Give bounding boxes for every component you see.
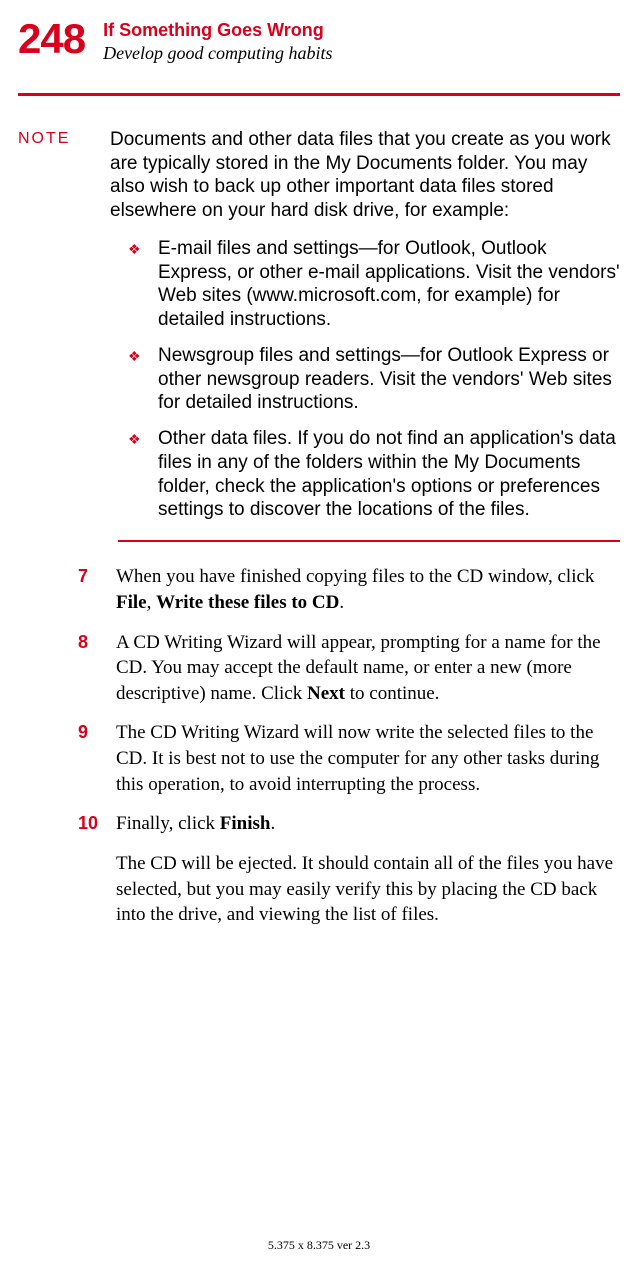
page-header: 248 If Something Goes Wrong Develop good… bbox=[18, 18, 620, 65]
step-bold: File bbox=[116, 592, 147, 613]
page-number: 248 bbox=[18, 18, 85, 60]
diamond-bullet-icon: ❖ bbox=[110, 427, 158, 449]
step-text-part: When you have finished copying files to … bbox=[116, 566, 594, 587]
step-text-part: Finally, click bbox=[116, 813, 220, 834]
note-intro: Documents and other data files that you … bbox=[110, 128, 620, 223]
step-number: 7 bbox=[78, 564, 116, 615]
step-9: 9 The CD Writing Wizard will now write t… bbox=[78, 720, 620, 797]
step-text: A CD Writing Wizard will appear, prompti… bbox=[116, 630, 620, 707]
note-item: ❖ Newsgroup files and settings—for Outlo… bbox=[110, 344, 620, 415]
step-text: The CD Writing Wizard will now write the… bbox=[116, 720, 620, 797]
note-item-text: Other data files. If you do not find an … bbox=[158, 427, 620, 522]
step-bold: Next bbox=[307, 683, 345, 704]
diamond-bullet-icon: ❖ bbox=[110, 237, 158, 259]
step-text: Finally, click Finish. bbox=[116, 811, 620, 837]
note-list: ❖ E-mail files and settings—for Outlook,… bbox=[110, 237, 620, 522]
note-block: NOTE Documents and other data files that… bbox=[18, 128, 620, 534]
header-text: If Something Goes Wrong Develop good com… bbox=[103, 18, 332, 65]
note-body: Documents and other data files that you … bbox=[110, 128, 620, 534]
diamond-bullet-icon: ❖ bbox=[110, 344, 158, 366]
step-number: 8 bbox=[78, 630, 116, 707]
step-text-part: . bbox=[270, 813, 275, 834]
page-container: 248 If Something Goes Wrong Develop good… bbox=[0, 0, 638, 928]
page-footer: 5.375 x 8.375 ver 2.3 bbox=[0, 1238, 638, 1253]
steps-list: 7 When you have finished copying files t… bbox=[78, 564, 620, 837]
step-8: 8 A CD Writing Wizard will appear, promp… bbox=[78, 630, 620, 707]
note-item-text: Newsgroup files and settings—for Outlook… bbox=[158, 344, 620, 415]
note-label: NOTE bbox=[18, 128, 110, 148]
note-item: ❖ E-mail files and settings—for Outlook,… bbox=[110, 237, 620, 332]
step-number: 10 bbox=[78, 811, 116, 837]
step-10: 10 Finally, click Finish. bbox=[78, 811, 620, 837]
step-text-part: . bbox=[339, 592, 344, 613]
step-text-part: , bbox=[147, 592, 157, 613]
section-title: Develop good computing habits bbox=[103, 42, 332, 65]
step-text: When you have finished copying files to … bbox=[116, 564, 620, 615]
step-number: 9 bbox=[78, 720, 116, 797]
after-steps-paragraph: The CD will be ejected. It should contai… bbox=[116, 851, 620, 928]
note-end-rule bbox=[118, 540, 620, 542]
note-item-text: E-mail files and settings—for Outlook, O… bbox=[158, 237, 620, 332]
step-bold: Finish bbox=[220, 813, 271, 834]
chapter-title: If Something Goes Wrong bbox=[103, 20, 332, 42]
step-text-part: to continue. bbox=[345, 683, 439, 704]
header-rule bbox=[18, 93, 620, 96]
step-7: 7 When you have finished copying files t… bbox=[78, 564, 620, 615]
step-bold: Write these files to CD bbox=[156, 592, 339, 613]
note-item: ❖ Other data files. If you do not find a… bbox=[110, 427, 620, 522]
